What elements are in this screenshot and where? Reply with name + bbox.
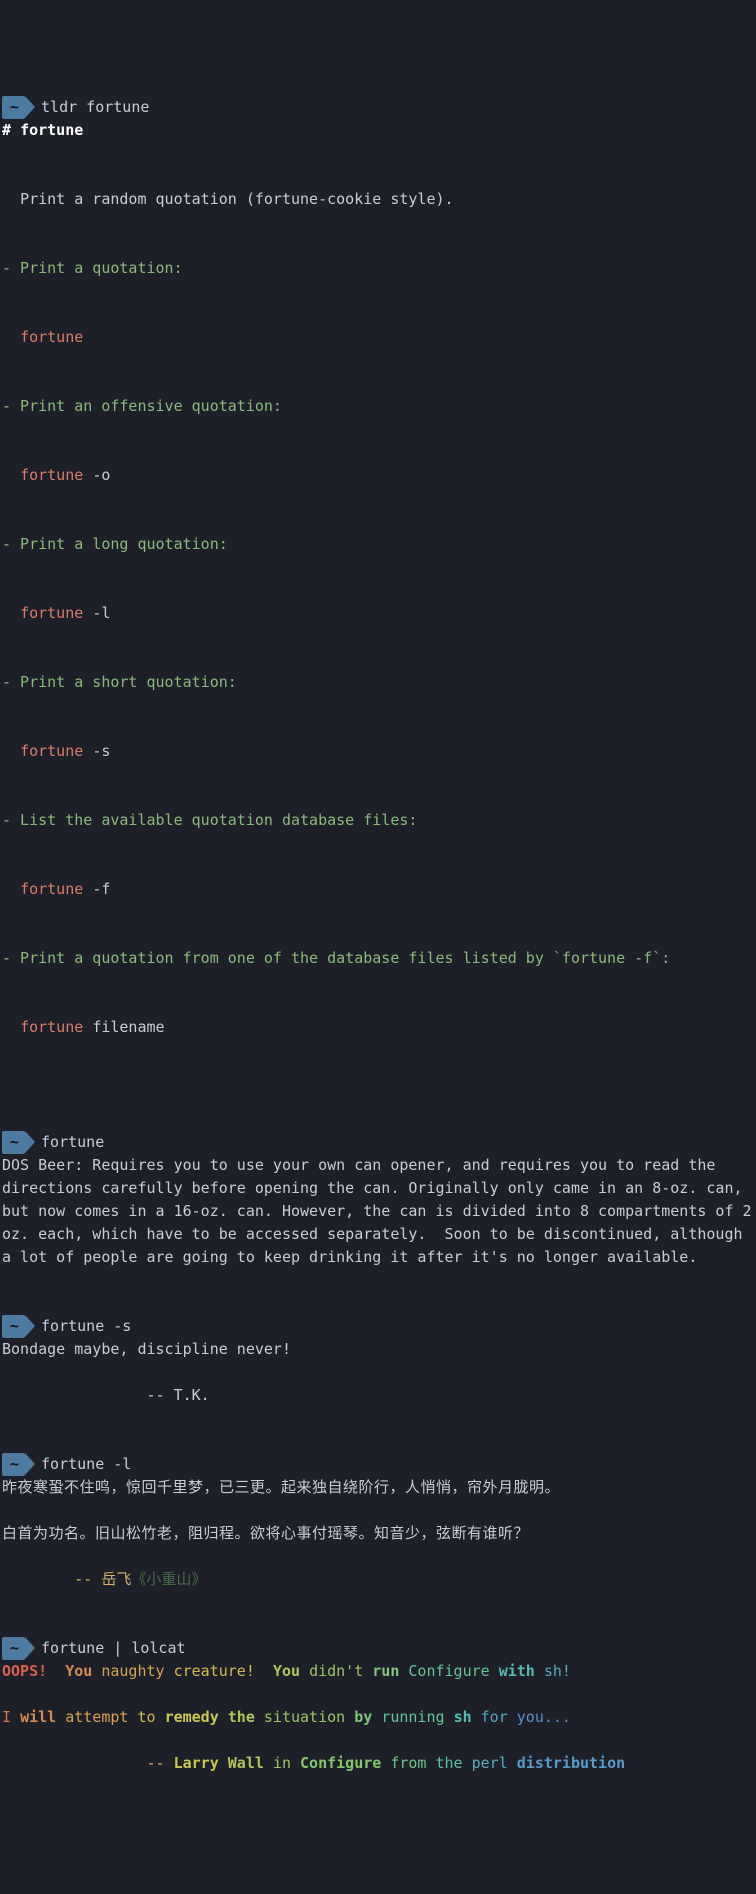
- lolcat-line1: OOPS! You naughty creature! You didn't r…: [2, 1660, 754, 1683]
- lolcat-line2: I will attempt to remedy the situation b…: [2, 1706, 754, 1729]
- tldr-arg: -o: [92, 466, 110, 484]
- blank-line: [2, 305, 11, 323]
- tldr-description: Print a random quotation (fortune-cookie…: [2, 188, 754, 211]
- prompt-badge: ~: [2, 1131, 25, 1154]
- tldr-cmd: fortune: [20, 328, 83, 346]
- attr-author: 岳飞: [101, 1570, 131, 1588]
- blank-line: [2, 167, 11, 185]
- prompt-badge: ~: [2, 1315, 25, 1338]
- command-input[interactable]: fortune: [41, 1133, 104, 1151]
- blank-line: [2, 926, 11, 944]
- tldr-cmd: fortune: [20, 466, 92, 484]
- tldr-item-cmd: fortune -o: [2, 464, 754, 487]
- tldr-item-desc: - Print a quotation from one of the data…: [2, 947, 754, 970]
- prompt-badge: ~: [2, 1637, 25, 1660]
- command-input[interactable]: fortune | lolcat: [41, 1639, 186, 1657]
- fortune-output-attr: -- T.K.: [2, 1384, 754, 1407]
- tldr-item-desc: - Print a short quotation:: [2, 671, 754, 694]
- blank-line: [2, 512, 11, 530]
- blank-line: [2, 788, 11, 806]
- blank-line: [2, 1432, 11, 1450]
- tldr-arg: -f: [92, 880, 110, 898]
- fortune-output-short: Bondage maybe, discipline never!: [2, 1338, 754, 1361]
- prompt-arrow-icon: [25, 1637, 35, 1659]
- command-input[interactable]: fortune -s: [41, 1317, 131, 1335]
- attr-book: 《小重山》: [131, 1570, 206, 1588]
- tldr-item-desc: - Print an offensive quotation:: [2, 395, 754, 418]
- blank-line: [2, 995, 11, 1013]
- prompt-arrow-icon: [25, 96, 35, 118]
- blank-line: [2, 236, 11, 254]
- heading-hash: #: [2, 121, 20, 139]
- tldr-item-cmd: fortune: [2, 326, 754, 349]
- tldr-cmd: fortune: [20, 880, 92, 898]
- fortune-output-long-line1: 昨夜寒蛩不住鸣，惊回千里梦，已三更。起来独自绕阶行，人悄悄，帘外月胧明。: [2, 1476, 754, 1499]
- fortune-output: DOS Beer: Requires you to use your own c…: [2, 1154, 754, 1269]
- fortune-output-long-line2: 白首为功名。旧山松竹老，阻归程。欲将心事付瑶琴。知音少，弦断有谁听？: [2, 1522, 754, 1545]
- blank-line: [2, 1110, 11, 1128]
- command-input[interactable]: tldr fortune: [41, 98, 149, 116]
- prompt-arrow-icon: [25, 1315, 35, 1337]
- tldr-item-cmd: fortune -l: [2, 602, 754, 625]
- tldr-cmd: fortune: [20, 1018, 92, 1036]
- blank-line: [2, 1616, 11, 1634]
- tldr-cmd: fortune: [20, 742, 92, 760]
- prompt-badge: ~: [2, 1453, 25, 1476]
- tldr-arg: filename: [92, 1018, 164, 1036]
- blank-line: [2, 443, 11, 461]
- lolcat-line3: -- Larry Wall in Configure from the perl…: [2, 1752, 754, 1775]
- blank-line: [2, 374, 11, 392]
- heading-name: fortune: [20, 121, 83, 139]
- blank-line: [2, 719, 11, 737]
- tldr-item-desc: - Print a long quotation:: [2, 533, 754, 556]
- tldr-item-cmd: fortune -f: [2, 878, 754, 901]
- tldr-heading: # fortune: [2, 119, 754, 142]
- blank-line: [2, 1294, 11, 1312]
- prompt-arrow-icon: [25, 1453, 35, 1475]
- command-input[interactable]: fortune -l: [41, 1455, 131, 1473]
- tldr-item-cmd: fortune filename: [2, 1016, 754, 1039]
- tldr-cmd: fortune: [20, 604, 92, 622]
- tldr-item-desc: - Print a quotation:: [2, 257, 754, 280]
- prompt-arrow-icon: [25, 1131, 35, 1153]
- fortune-output-long-attr: -- 岳飞《小重山》: [2, 1568, 754, 1591]
- attr-dash: --: [74, 1570, 101, 1588]
- blank-line: [2, 650, 11, 668]
- blank-line: [2, 1064, 11, 1082]
- tldr-item-desc: - List the available quotation database …: [2, 809, 754, 832]
- tldr-arg: -l: [92, 604, 110, 622]
- blank-line: [2, 1087, 11, 1105]
- prompt-badge: ~: [2, 96, 25, 119]
- tldr-item-cmd: fortune -s: [2, 740, 754, 763]
- blank-line: [2, 857, 11, 875]
- blank-line: [2, 581, 11, 599]
- tldr-arg: -s: [92, 742, 110, 760]
